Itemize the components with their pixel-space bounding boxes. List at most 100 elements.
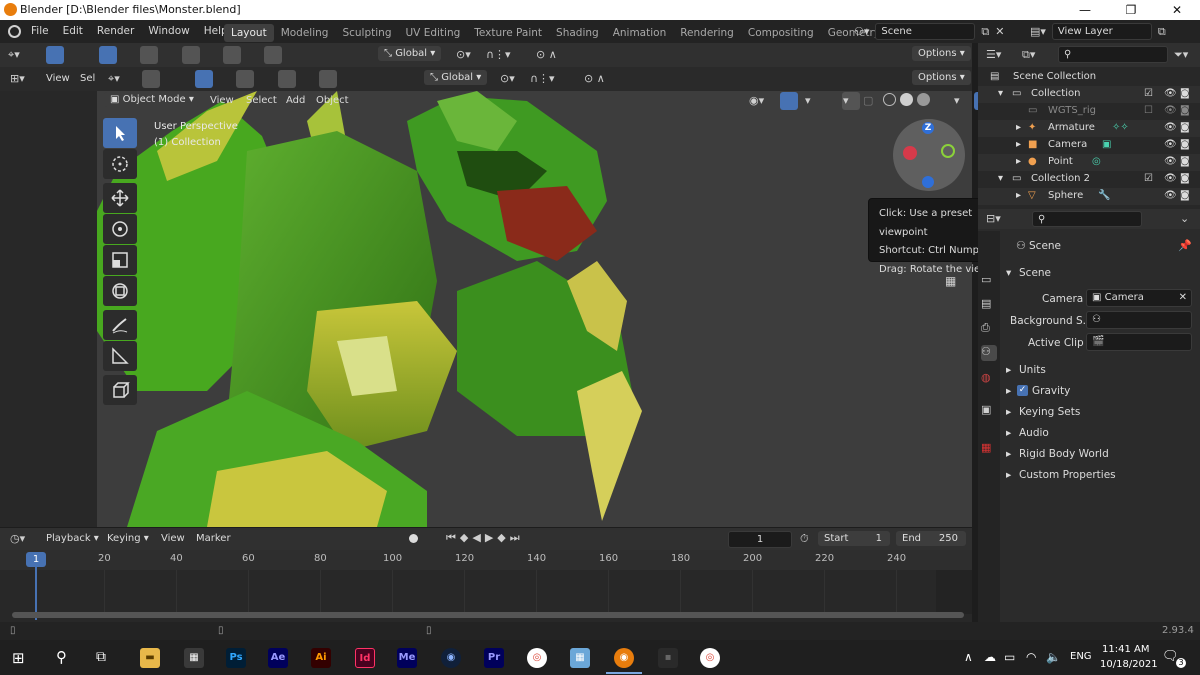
premiere-icon[interactable]: Pr: [484, 648, 504, 668]
transform-orientation-dropdown[interactable]: ⤡ Global ▾: [378, 46, 442, 61]
pivot-point-icon[interactable]: ⊙▾: [456, 48, 471, 61]
tab-animation[interactable]: Animation: [606, 24, 674, 42]
wireframe-shading-icon[interactable]: [883, 93, 896, 106]
viewport-snap-icon[interactable]: ∩⋮▾: [530, 72, 555, 85]
select-mode-new-icon[interactable]: [99, 46, 118, 64]
menu-render[interactable]: Render: [90, 25, 141, 37]
tab-rendering[interactable]: Rendering: [673, 24, 741, 42]
gizmo-toggle-icon[interactable]: [780, 92, 798, 110]
render-camera-icon[interactable]: ◙: [1180, 173, 1190, 184]
gizmo-x-axis[interactable]: [903, 146, 917, 160]
material-shading-icon[interactable]: [917, 93, 930, 106]
outliner-sphere[interactable]: ▸ ▽ Sphere 🔧 👁 ◙: [978, 188, 1200, 205]
viewport-menu-add[interactable]: Add: [286, 95, 305, 106]
gravity-panel-header[interactable]: ▸ ✓ Gravity: [1004, 381, 1196, 401]
viewport-menu-select[interactable]: Select: [246, 95, 277, 106]
viewport-options-dropdown[interactable]: Options ▾: [912, 70, 971, 85]
expand-toggle-icon[interactable]: ▾: [998, 88, 1003, 99]
menu-file[interactable]: File: [24, 25, 56, 37]
visibility-eye-icon[interactable]: 👁: [1164, 88, 1177, 99]
render-camera-icon[interactable]: ◙: [1180, 139, 1190, 150]
proportional-edit-icon[interactable]: ⊙ ∧: [536, 48, 557, 61]
clear-camera-icon[interactable]: ✕: [1179, 292, 1187, 303]
visibility-eye-icon[interactable]: 👁: [1164, 139, 1177, 150]
render-camera-icon[interactable]: ◙: [1180, 88, 1190, 99]
input-language[interactable]: ENG: [1070, 651, 1092, 662]
end-frame-field[interactable]: End 250: [896, 531, 966, 546]
maximize-button[interactable]: ❐: [1108, 0, 1154, 20]
pin-icon[interactable]: 📌: [1178, 239, 1192, 252]
3d-viewport[interactable]: User Perspective (1) Collection Z ▦: [97, 91, 972, 527]
stopwatch-icon[interactable]: ⏱: [800, 532, 809, 546]
outliner-filter-icon[interactable]: ⏷▾: [1174, 48, 1188, 62]
start-frame-field[interactable]: Start 1: [818, 531, 890, 546]
view-layer-icon[interactable]: ▤▾: [1030, 25, 1046, 38]
menu-window[interactable]: Window: [141, 25, 196, 37]
left-view-menu[interactable]: View: [46, 73, 70, 84]
wifi-icon[interactable]: ◠: [1026, 650, 1036, 664]
visibility-eye-icon[interactable]: 👁: [1164, 190, 1177, 201]
viewport-select-new-icon[interactable]: [195, 70, 214, 88]
viewport-editor-type-icon[interactable]: ⌖▾: [108, 72, 120, 86]
texture-tab-icon[interactable]: ▦: [981, 441, 997, 457]
tab-texture-paint[interactable]: Texture Paint: [467, 24, 549, 42]
select-box-icon[interactable]: [46, 46, 64, 64]
keying-sets-panel-header[interactable]: ▸ Keying Sets: [1004, 402, 1196, 422]
tool-add-cube[interactable]: [103, 375, 137, 405]
tab-compositing[interactable]: Compositing: [741, 24, 821, 42]
timeline-menu-marker[interactable]: Marker: [196, 533, 231, 544]
timeline-menu-view[interactable]: View: [161, 533, 185, 544]
viewport-menu-object[interactable]: Object: [316, 95, 349, 106]
chrome-icon[interactable]: ◎: [527, 648, 547, 668]
minimize-button[interactable]: —: [1062, 0, 1108, 20]
blender-taskbar-icon[interactable]: ◉: [614, 648, 634, 668]
photoshop-icon[interactable]: Ps: [226, 648, 246, 668]
outliner-editor-type-icon[interactable]: ☰▾: [986, 48, 1001, 61]
custom-properties-panel-header[interactable]: ▸ Custom Properties: [1004, 465, 1196, 485]
file-explorer-icon[interactable]: ▬: [140, 648, 160, 668]
left-editor-type-icon[interactable]: ⊞▾: [10, 72, 25, 85]
scene-panel-header[interactable]: ▾ Scene: [1004, 263, 1196, 283]
outliner-camera[interactable]: ▸ ■ Camera ▣ 👁 ◙: [978, 137, 1200, 154]
tool-cursor[interactable]: [103, 149, 137, 179]
tool-tab-icon[interactable]: ▭: [981, 273, 997, 289]
collection-tab-icon[interactable]: ▣: [981, 403, 997, 419]
outliner-collection-2[interactable]: ▾ ▭ Collection 2 ☑ 👁 ◙: [978, 171, 1200, 188]
cloud-icon[interactable]: ☁: [984, 650, 996, 664]
camera-property-field[interactable]: ▣ Camera ✕: [1086, 289, 1192, 307]
visibility-eye-icon[interactable]: 👁: [1164, 173, 1177, 184]
timeline-menu-keying[interactable]: Keying ▾: [107, 533, 149, 544]
cinema-app-icon[interactable]: ◉: [441, 648, 461, 668]
expand-toggle-icon[interactable]: ▸: [1016, 139, 1021, 150]
delete-scene-icon[interactable]: ✕: [995, 25, 1004, 38]
scene-icon[interactable]: ⚇▾: [854, 25, 869, 38]
render-tab-icon[interactable]: ▤: [981, 297, 997, 313]
select-mode-invert-icon[interactable]: [222, 46, 241, 64]
output-tab-icon[interactable]: ⎙: [981, 321, 997, 337]
tab-layout[interactable]: Layout: [224, 24, 274, 42]
store-icon[interactable]: ▦: [184, 648, 204, 668]
render-camera-icon[interactable]: ◙: [1180, 105, 1190, 116]
left-select-menu[interactable]: Sel: [80, 73, 95, 84]
clock-date[interactable]: 10/18/2021: [1100, 659, 1158, 670]
world-tab-icon[interactable]: ◍: [981, 371, 997, 387]
render-camera-icon[interactable]: ◙: [1180, 122, 1190, 133]
gizmo-z-axis[interactable]: Z: [922, 122, 934, 134]
tab-modeling[interactable]: Modeling: [274, 24, 336, 42]
menu-edit[interactable]: Edit: [56, 25, 90, 37]
gravity-checkbox[interactable]: ✓: [1017, 385, 1028, 396]
close-button[interactable]: ✕: [1154, 0, 1200, 20]
expand-toggle-icon[interactable]: ▸: [1016, 156, 1021, 167]
indesign-icon[interactable]: Id: [355, 648, 375, 668]
volume-icon[interactable]: 🔈: [1046, 650, 1061, 664]
outliner-wgts-rig[interactable]: ▭ WGTS_rig ☐ 👁 ◙: [978, 103, 1200, 120]
viewport-select-invert-icon[interactable]: [318, 70, 337, 88]
chrome-profile-icon[interactable]: ◎: [700, 648, 720, 668]
playback-controls[interactable]: ⏮◆◀▶◆⏭: [446, 531, 524, 545]
render-camera-icon[interactable]: ◙: [1180, 156, 1190, 167]
tool-rotate[interactable]: [103, 214, 137, 244]
current-frame-field[interactable]: 1: [728, 531, 792, 548]
exclude-checkbox[interactable]: ☑: [1144, 88, 1153, 99]
record-keyframe-icon[interactable]: [409, 534, 418, 543]
tool-transform[interactable]: [103, 276, 137, 306]
